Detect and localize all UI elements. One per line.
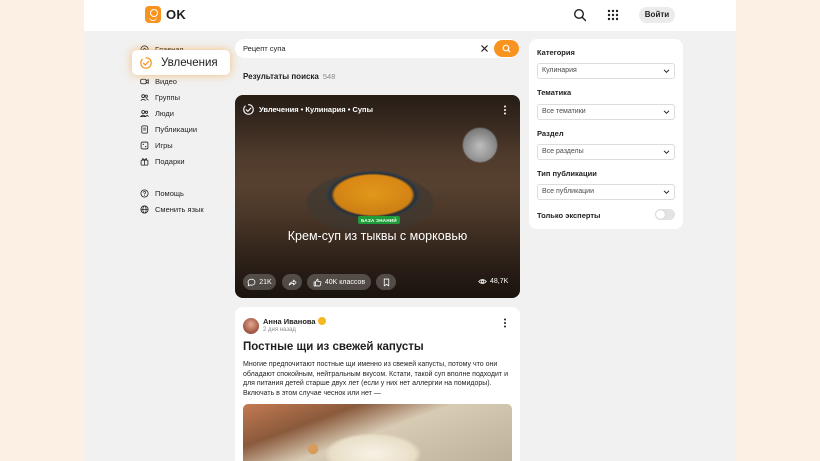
sidebar-item-video[interactable]: Видео [140, 73, 240, 89]
chevron-down-icon [663, 150, 670, 155]
sidebar-item-label: Публикации [155, 124, 198, 134]
topic-value: Все тематики [542, 108, 586, 115]
pub-type-label: Тип публикации [537, 169, 597, 178]
sidebar-item-help[interactable]: Помощь [140, 185, 240, 201]
share-button[interactable] [282, 274, 302, 290]
more-icon[interactable] [501, 104, 509, 116]
author-name-text: Анна Иванова [263, 317, 316, 326]
post-image[interactable] [243, 404, 512, 461]
video-icon [140, 78, 149, 84]
sidebar-item-publications[interactable]: Публикации [140, 121, 240, 137]
page: OK Войти Главная Видео Группы Люди Публи… [84, 0, 736, 461]
post-text: Многие предпочитают постные щи именно из… [243, 361, 508, 397]
results-heading: Результаты поиска 548 [243, 72, 335, 81]
bookmark-icon [383, 278, 389, 286]
card-breadcrumb[interactable]: Увлечения • Кулинария • Супы [243, 104, 373, 115]
post-card[interactable]: Анна Иванова 2 дня назад Постные щи из с… [235, 307, 520, 461]
card-image-overlay [235, 95, 520, 298]
hobbies-icon [243, 104, 254, 115]
more-icon[interactable] [501, 317, 509, 329]
likes-count: 40K классов [324, 278, 366, 286]
filters-panel: Категория Кулинария Тематика Все тематик… [529, 39, 683, 229]
share-icon [288, 279, 297, 285]
publications-icon [141, 124, 148, 134]
category-label: Категория [537, 48, 575, 57]
sidebar-item-label: Игры [155, 140, 173, 150]
gift-icon [140, 157, 149, 166]
search-input[interactable] [243, 39, 463, 58]
category-value: Кулинария [542, 67, 577, 74]
chevron-down-icon [663, 110, 670, 115]
experts-label: Только эксперты [537, 211, 601, 220]
pub-type-select[interactable]: Все публикации [537, 184, 675, 200]
hobbies-icon [140, 56, 152, 69]
sidebar-item-label: Люди [155, 108, 174, 118]
results-title: Результаты поиска [243, 72, 319, 81]
hobbies-label: Увлечения [161, 56, 218, 69]
section-label: Раздел [537, 129, 564, 138]
featured-card[interactable]: Увлечения • Кулинария • Супы БАЗА ЗНАНИЙ… [235, 95, 520, 298]
people-icon [140, 109, 149, 117]
thumbs-up-icon [313, 278, 322, 286]
sidebar-item-language[interactable]: Сменить язык [140, 201, 240, 217]
search-icon [502, 44, 511, 53]
comments-button[interactable]: 21K [243, 274, 276, 290]
search-submit-button[interactable] [494, 40, 519, 57]
ok-logo-icon [145, 6, 161, 23]
topic-label: Тематика [537, 88, 572, 97]
card-title[interactable]: Крем-суп из тыквы с морковью [235, 229, 520, 243]
hobbies-highlight[interactable]: Увлечения [132, 50, 230, 75]
results-count: 548 [322, 72, 336, 81]
games-icon [140, 141, 149, 149]
sidebar-item-label: Сменить язык [155, 204, 204, 214]
status-emoji-icon [317, 317, 326, 325]
post-title[interactable]: Постные щи из свежей капусты [243, 341, 424, 353]
clear-icon[interactable] [480, 44, 489, 53]
search-bar [235, 39, 519, 58]
sidebar-item-groups[interactable]: Группы [140, 89, 240, 105]
category-select[interactable]: Кулинария [537, 63, 675, 79]
sidebar-item-label: Подарки [155, 156, 185, 166]
author-name[interactable]: Анна Иванова [263, 317, 326, 326]
experts-only-toggle[interactable] [655, 209, 675, 220]
globe-icon [140, 204, 149, 214]
groups-icon [140, 93, 149, 101]
chevron-down-icon [663, 190, 670, 195]
pub-type-value: Все публикации [542, 188, 595, 195]
section-value: Все разделы [542, 148, 584, 155]
avatar[interactable] [243, 318, 259, 334]
apps-grid-icon[interactable] [606, 8, 620, 22]
breadcrumb-text: Увлечения • Кулинария • Супы [259, 105, 373, 114]
knowledge-base-badge: БАЗА ЗНАНИЙ [358, 216, 400, 224]
login-button[interactable]: Войти [639, 7, 675, 23]
sidebar-item-people[interactable]: Люди [140, 105, 240, 121]
topic-select[interactable]: Все тематики [537, 104, 675, 120]
bookmark-button[interactable] [376, 274, 396, 290]
like-button[interactable]: 40K классов [307, 274, 371, 290]
sidebar-item-gifts[interactable]: Подарки [140, 153, 240, 169]
views-count: 48,7K [490, 278, 509, 285]
comment-icon [247, 278, 256, 286]
sidebar-item-label: Группы [155, 92, 180, 102]
logo-text: OK [166, 7, 187, 22]
help-icon [140, 188, 149, 198]
sidebar-item-games[interactable]: Игры [140, 137, 240, 153]
eye-icon [478, 279, 487, 284]
search-icon[interactable] [573, 8, 587, 22]
ok-logo[interactable]: OK [145, 6, 186, 23]
sidebar-item-label: Помощь [155, 188, 184, 198]
section-select[interactable]: Все разделы [537, 144, 675, 160]
top-header: OK Войти [84, 0, 736, 31]
post-time: 2 дня назад [263, 327, 296, 333]
comments-count: 21K [259, 278, 272, 286]
views-counter: 48,7K [478, 277, 508, 286]
sidebar-item-label: Видео [155, 76, 177, 86]
chevron-down-icon [663, 69, 670, 74]
